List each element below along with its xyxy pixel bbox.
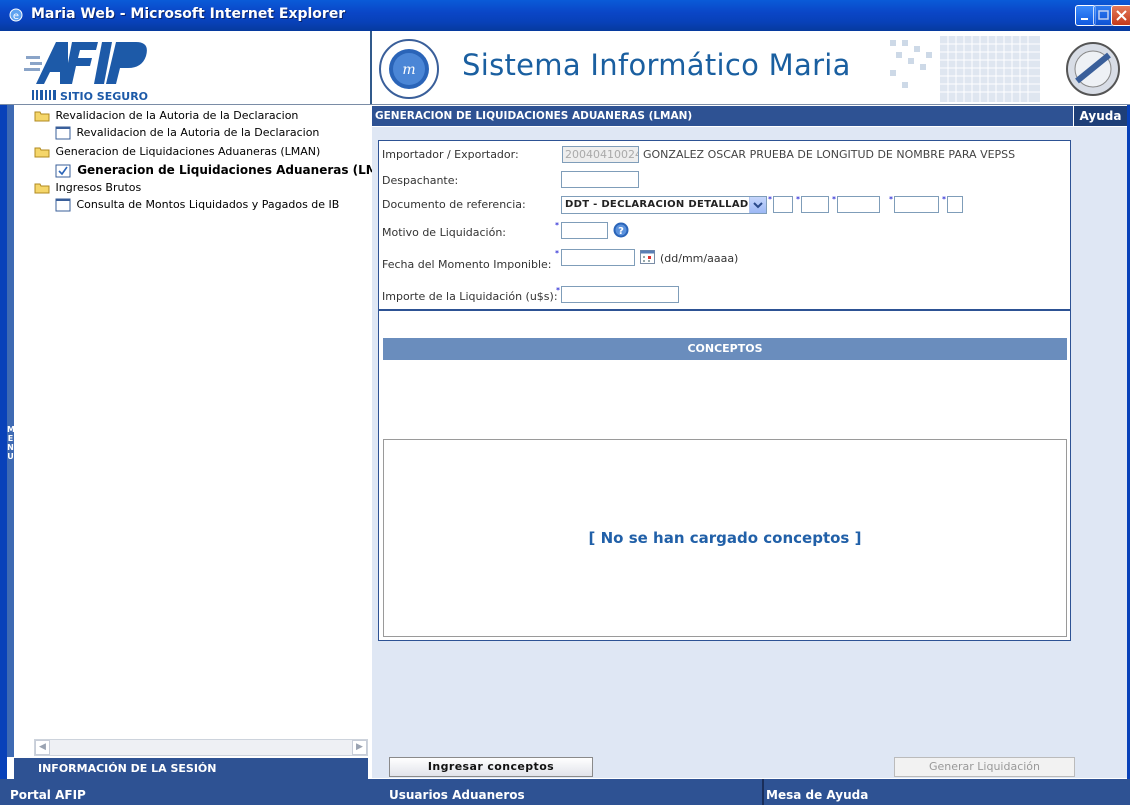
sitio-seguro-text: SITIO SEGURO (60, 90, 148, 102)
documento-part-2[interactable] (801, 196, 829, 213)
importe-input[interactable] (561, 286, 679, 303)
required-marker: * (555, 249, 559, 258)
required-marker: * (832, 195, 836, 204)
internet-explorer-icon: e (9, 8, 23, 22)
documento-label: Documento de referencia: (382, 198, 526, 211)
scroll-left-arrow[interactable]: ◀ (35, 740, 50, 755)
folder-icon (34, 111, 50, 122)
window-title: Maria Web - Microsoft Internet Explorer (31, 6, 346, 22)
window-titlebar: e Maria Web - Microsoft Internet Explore… (0, 0, 1130, 31)
footer-bar: Portal AFIP Usuarios Aduaneros Mesa de A… (0, 779, 1130, 805)
window-item-icon (55, 198, 71, 212)
ingresar-conceptos-button[interactable]: Ingresar conceptos (389, 757, 593, 777)
customs-seal-icon (1066, 42, 1120, 96)
documento-part-1[interactable] (773, 196, 793, 213)
fecha-label: Fecha del Momento Imponible: (382, 258, 552, 271)
motivo-input[interactable] (561, 222, 608, 239)
scroll-right-arrow[interactable]: ▶ (352, 740, 367, 755)
svg-text:e: e (13, 11, 19, 22)
help-question-icon[interactable]: ? (613, 222, 629, 238)
checked-item-icon (55, 164, 71, 177)
required-marker: * (555, 221, 559, 230)
footer-divider (762, 779, 764, 805)
despachante-label: Despachante: (382, 174, 459, 187)
liquidation-form (378, 140, 1071, 310)
close-button[interactable] (1111, 5, 1130, 26)
tree-horizontal-scrollbar[interactable]: ◀ ▶ (34, 739, 368, 756)
session-bar-left (14, 758, 34, 779)
tree-item-revalidacion[interactable]: Revalidacion de la Autoria de la Declara… (55, 126, 319, 140)
fecha-input[interactable] (561, 249, 635, 266)
footer-portal-afip[interactable]: Portal AFIP (10, 779, 86, 805)
tree-folder-lman[interactable]: Generacion de Liquidaciones Aduaneras (L… (34, 145, 320, 158)
help-link[interactable]: Ayuda (1074, 106, 1127, 126)
footer-usuarios-aduaneros[interactable]: Usuarios Aduaneros (389, 779, 525, 805)
page-title: GENERACION DE LIQUIDACIONES ADUANERAS (L… (372, 106, 1073, 126)
documento-part-5[interactable] (947, 196, 963, 213)
header-separator (370, 31, 372, 104)
folder-icon (34, 147, 50, 158)
chevron-down-icon[interactable] (749, 197, 766, 213)
system-title: Sistema Informático Maria (462, 48, 851, 82)
calendar-icon[interactable] (640, 250, 655, 264)
footer-mesa-ayuda[interactable]: Mesa de Ayuda (766, 779, 868, 805)
navigation-tree: Revalidacion de la Autoria de la Declara… (14, 105, 403, 757)
importador-label: Importador / Exportador: (382, 148, 519, 161)
window-left-border (0, 31, 7, 805)
svg-text:?: ? (618, 226, 624, 237)
required-marker: * (889, 195, 893, 204)
fecha-format-hint: (dd/mm/aaaa) (660, 252, 739, 265)
menu-label: MENU (7, 425, 15, 461)
tree-folder-ingresos[interactable]: Ingresos Brutos (34, 181, 141, 194)
documento-part-3[interactable] (837, 196, 880, 213)
header-decoration (890, 36, 1040, 102)
required-marker: * (556, 286, 560, 295)
tree-item-lman[interactable]: Generacion de Liquidaciones Aduaneras (L… (55, 163, 403, 178)
svg-text:m: m (402, 62, 415, 78)
documento-part-4[interactable] (894, 196, 939, 213)
motivo-label: Motivo de Liquidación: (382, 226, 507, 239)
conceptos-header: CONCEPTOS (383, 338, 1067, 360)
tree-item-consulta-ib[interactable]: Consulta de Montos Liquidados y Pagados … (55, 198, 339, 212)
documento-select-value: DDT - DECLARACION DETALLAD (565, 199, 749, 210)
window-item-icon (55, 126, 71, 140)
required-marker: * (796, 195, 800, 204)
importe-label: Importe de la Liquidación (u$s): (382, 290, 558, 303)
generar-liquidacion-button[interactable]: Generar Liquidación (894, 757, 1075, 777)
required-marker: * (768, 195, 772, 204)
documento-select[interactable]: DDT - DECLARACION DETALLAD (561, 196, 767, 214)
folder-icon (34, 183, 50, 194)
required-marker: * (942, 195, 946, 204)
importador-cuit-field: 20040410024 (562, 146, 639, 163)
session-info-bar[interactable]: INFORMACIÓN DE LA SESIÓN (34, 758, 368, 779)
afip-logo: SITIO SEGURO (24, 42, 148, 102)
maria-seal-icon: m (379, 39, 439, 99)
despachante-input[interactable] (561, 171, 639, 188)
tree-folder-revalidacion[interactable]: Revalidacion de la Autoria de la Declara… (34, 109, 298, 122)
no-conceptos-message: [ No se han cargado conceptos ] (588, 529, 862, 547)
importador-name: GONZALEZ OSCAR PRUEBA DE LONGITUD DE NOM… (643, 148, 1016, 161)
